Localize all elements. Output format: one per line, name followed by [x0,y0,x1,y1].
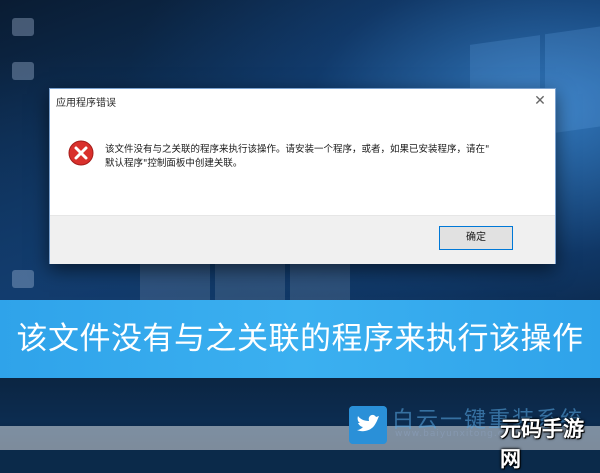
desktop-icon[interactable] [12,18,34,36]
dialog-message-line: 默认程序"控制面板中创建关联。 [105,158,243,169]
dialog-titlebar[interactable]: 应用程序错误 ✕ [50,89,555,113]
dialog-message: 该文件没有与之关联的程序来执行该操作。请安装一个程序，或者，如果已安装程序，请在… [105,143,545,171]
site-watermark: 元码手游网 [500,417,584,471]
start-tile[interactable] [215,262,285,300]
start-tile[interactable] [140,262,210,300]
dialog-title: 应用程序错误 [56,98,116,109]
banner-text: 该文件没有与之关联的程序来执行该操作 [16,321,584,357]
desktop-icon[interactable] [12,62,34,80]
dialog-message-line: 该文件没有与之关联的程序来执行该操作。请安装一个程序，或者，如果已安装程序，请在… [105,144,490,155]
error-icon [68,140,94,166]
bird-logo-icon [349,406,387,444]
desktop-icon[interactable] [12,270,34,288]
ok-button[interactable]: 确定 [439,226,513,250]
dialog-footer: 确定 [50,215,555,264]
start-tile[interactable] [290,262,350,300]
error-dialog: 应用程序错误 ✕ 该文件没有与之关联的程序来执行该操作。请安装一个程序，或者，如… [49,88,556,264]
caption-banner: 该文件没有与之关联的程序来执行该操作 [0,300,600,378]
close-icon[interactable]: ✕ [529,91,551,111]
